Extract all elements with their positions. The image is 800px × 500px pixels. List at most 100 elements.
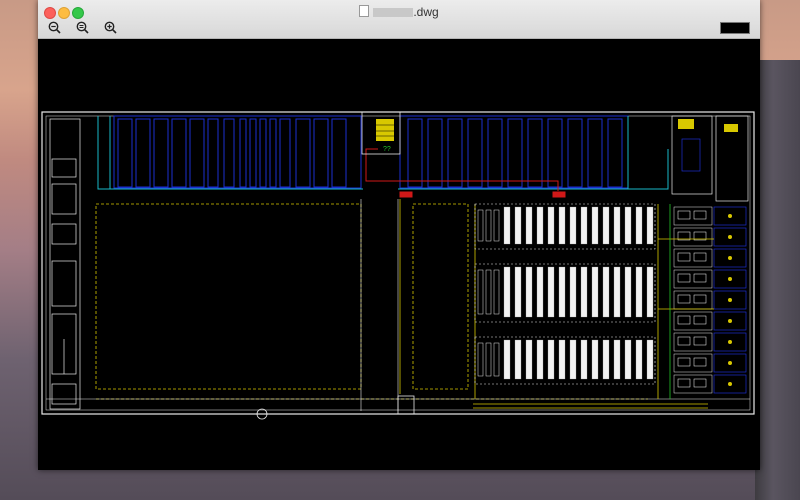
rack-unit — [503, 206, 511, 245]
storage-bay — [607, 118, 623, 188]
fixture-marker — [728, 382, 732, 386]
rack-unit — [503, 339, 511, 380]
rack-unit — [514, 206, 522, 245]
storage-bay — [189, 118, 205, 188]
storage-bay — [587, 118, 603, 188]
rack-unit — [514, 339, 522, 380]
document-icon — [359, 5, 370, 17]
title-bar[interactable]: .dwg — [38, 0, 760, 39]
storage-bay — [487, 118, 503, 188]
zoom-out-button[interactable] — [44, 20, 64, 34]
rack-small-unit — [493, 269, 500, 315]
rack-small-unit — [493, 342, 500, 377]
office-room-outline — [673, 248, 713, 268]
storage-bay — [259, 118, 267, 188]
rack-unit — [558, 206, 566, 245]
storage-bay — [117, 118, 133, 188]
zoom-fit-icon — [76, 21, 89, 34]
rack-unit — [547, 206, 555, 245]
storage-bay — [427, 118, 443, 188]
fixture-marker — [728, 277, 732, 281]
storage-bay — [153, 118, 169, 188]
rack-unit — [591, 339, 599, 380]
desk-unit — [693, 252, 707, 262]
background-color-swatch[interactable] — [720, 22, 750, 34]
rack-unit — [624, 339, 632, 380]
storage-bay — [527, 118, 543, 188]
rack-unit — [613, 339, 621, 380]
rack-unit — [613, 206, 621, 245]
rack-unit — [635, 266, 643, 318]
office-room-outline — [673, 353, 713, 373]
unknown-label: ?? — [383, 146, 391, 153]
desk-unit — [677, 336, 691, 346]
rack-unit — [547, 339, 555, 380]
zoom-in-icon — [104, 21, 117, 34]
window-title-suffix: .dwg — [413, 5, 439, 19]
rack-unit — [580, 339, 588, 380]
rack-unit — [536, 206, 544, 245]
floor-plan-drawing: ?? — [41, 111, 755, 420]
fixture-marker — [728, 340, 732, 344]
rack-unit — [602, 266, 610, 318]
rack-unit — [536, 266, 544, 318]
storage-bay — [447, 118, 463, 188]
storage-bay — [547, 118, 563, 188]
redacted-filename — [373, 8, 414, 17]
hvac-lines — [365, 148, 566, 198]
drawing-canvas[interactable]: ?? — [38, 39, 760, 470]
rack-unit — [503, 266, 511, 318]
storage-bay — [507, 118, 523, 188]
rack-unit — [569, 339, 577, 380]
rack-unit — [591, 266, 599, 318]
grid-lines — [46, 199, 750, 411]
fixture-marker — [728, 361, 732, 365]
desk-unit — [677, 357, 691, 367]
rack-unit — [613, 266, 621, 318]
rack-unit — [635, 206, 643, 245]
fixture-marker — [728, 214, 732, 218]
fixture-marker — [728, 319, 732, 323]
storage-bay — [331, 118, 347, 188]
rack-small-unit — [485, 342, 492, 377]
storage-bay — [249, 118, 257, 188]
right-top-block — [671, 115, 749, 202]
storage-zone-outline — [113, 115, 362, 189]
office-room-outline — [673, 227, 713, 247]
storage-bay — [407, 118, 423, 188]
storage-bay — [313, 118, 329, 188]
fixture-marker — [728, 298, 732, 302]
rack-unit — [646, 339, 654, 380]
desktop-rock-wallpaper — [755, 60, 800, 500]
rack-unit — [525, 266, 533, 318]
desk-unit — [677, 294, 691, 304]
desk-unit — [677, 315, 691, 325]
dashed-zone-outlines — [95, 203, 648, 400]
rack-unit — [646, 206, 654, 245]
rack-small-unit — [477, 269, 484, 315]
office-room-outline — [673, 290, 713, 310]
zoom-fit-button[interactable] — [72, 20, 92, 34]
rack-unit — [646, 266, 654, 318]
fixture-marker — [728, 235, 732, 239]
top-storage-zones — [113, 115, 629, 189]
storage-bay — [135, 118, 151, 188]
storage-bay — [171, 118, 187, 188]
storage-bay — [223, 118, 235, 188]
rack-small-unit — [477, 342, 484, 377]
storage-zone-outline — [399, 115, 629, 189]
rack-unit — [602, 339, 610, 380]
rack-unit — [580, 266, 588, 318]
rack-unit — [514, 266, 522, 318]
storage-bay — [207, 118, 219, 188]
rack-unit — [547, 266, 555, 318]
office-room-outline — [673, 332, 713, 352]
zoom-in-button[interactable] — [100, 20, 120, 34]
rack-unit — [558, 266, 566, 318]
storage-bay — [467, 118, 483, 188]
office-room-outline — [673, 206, 713, 226]
desk-unit — [677, 210, 691, 220]
rack-small-unit — [477, 209, 484, 242]
rack-unit — [602, 206, 610, 245]
rack-small-unit — [485, 269, 492, 315]
